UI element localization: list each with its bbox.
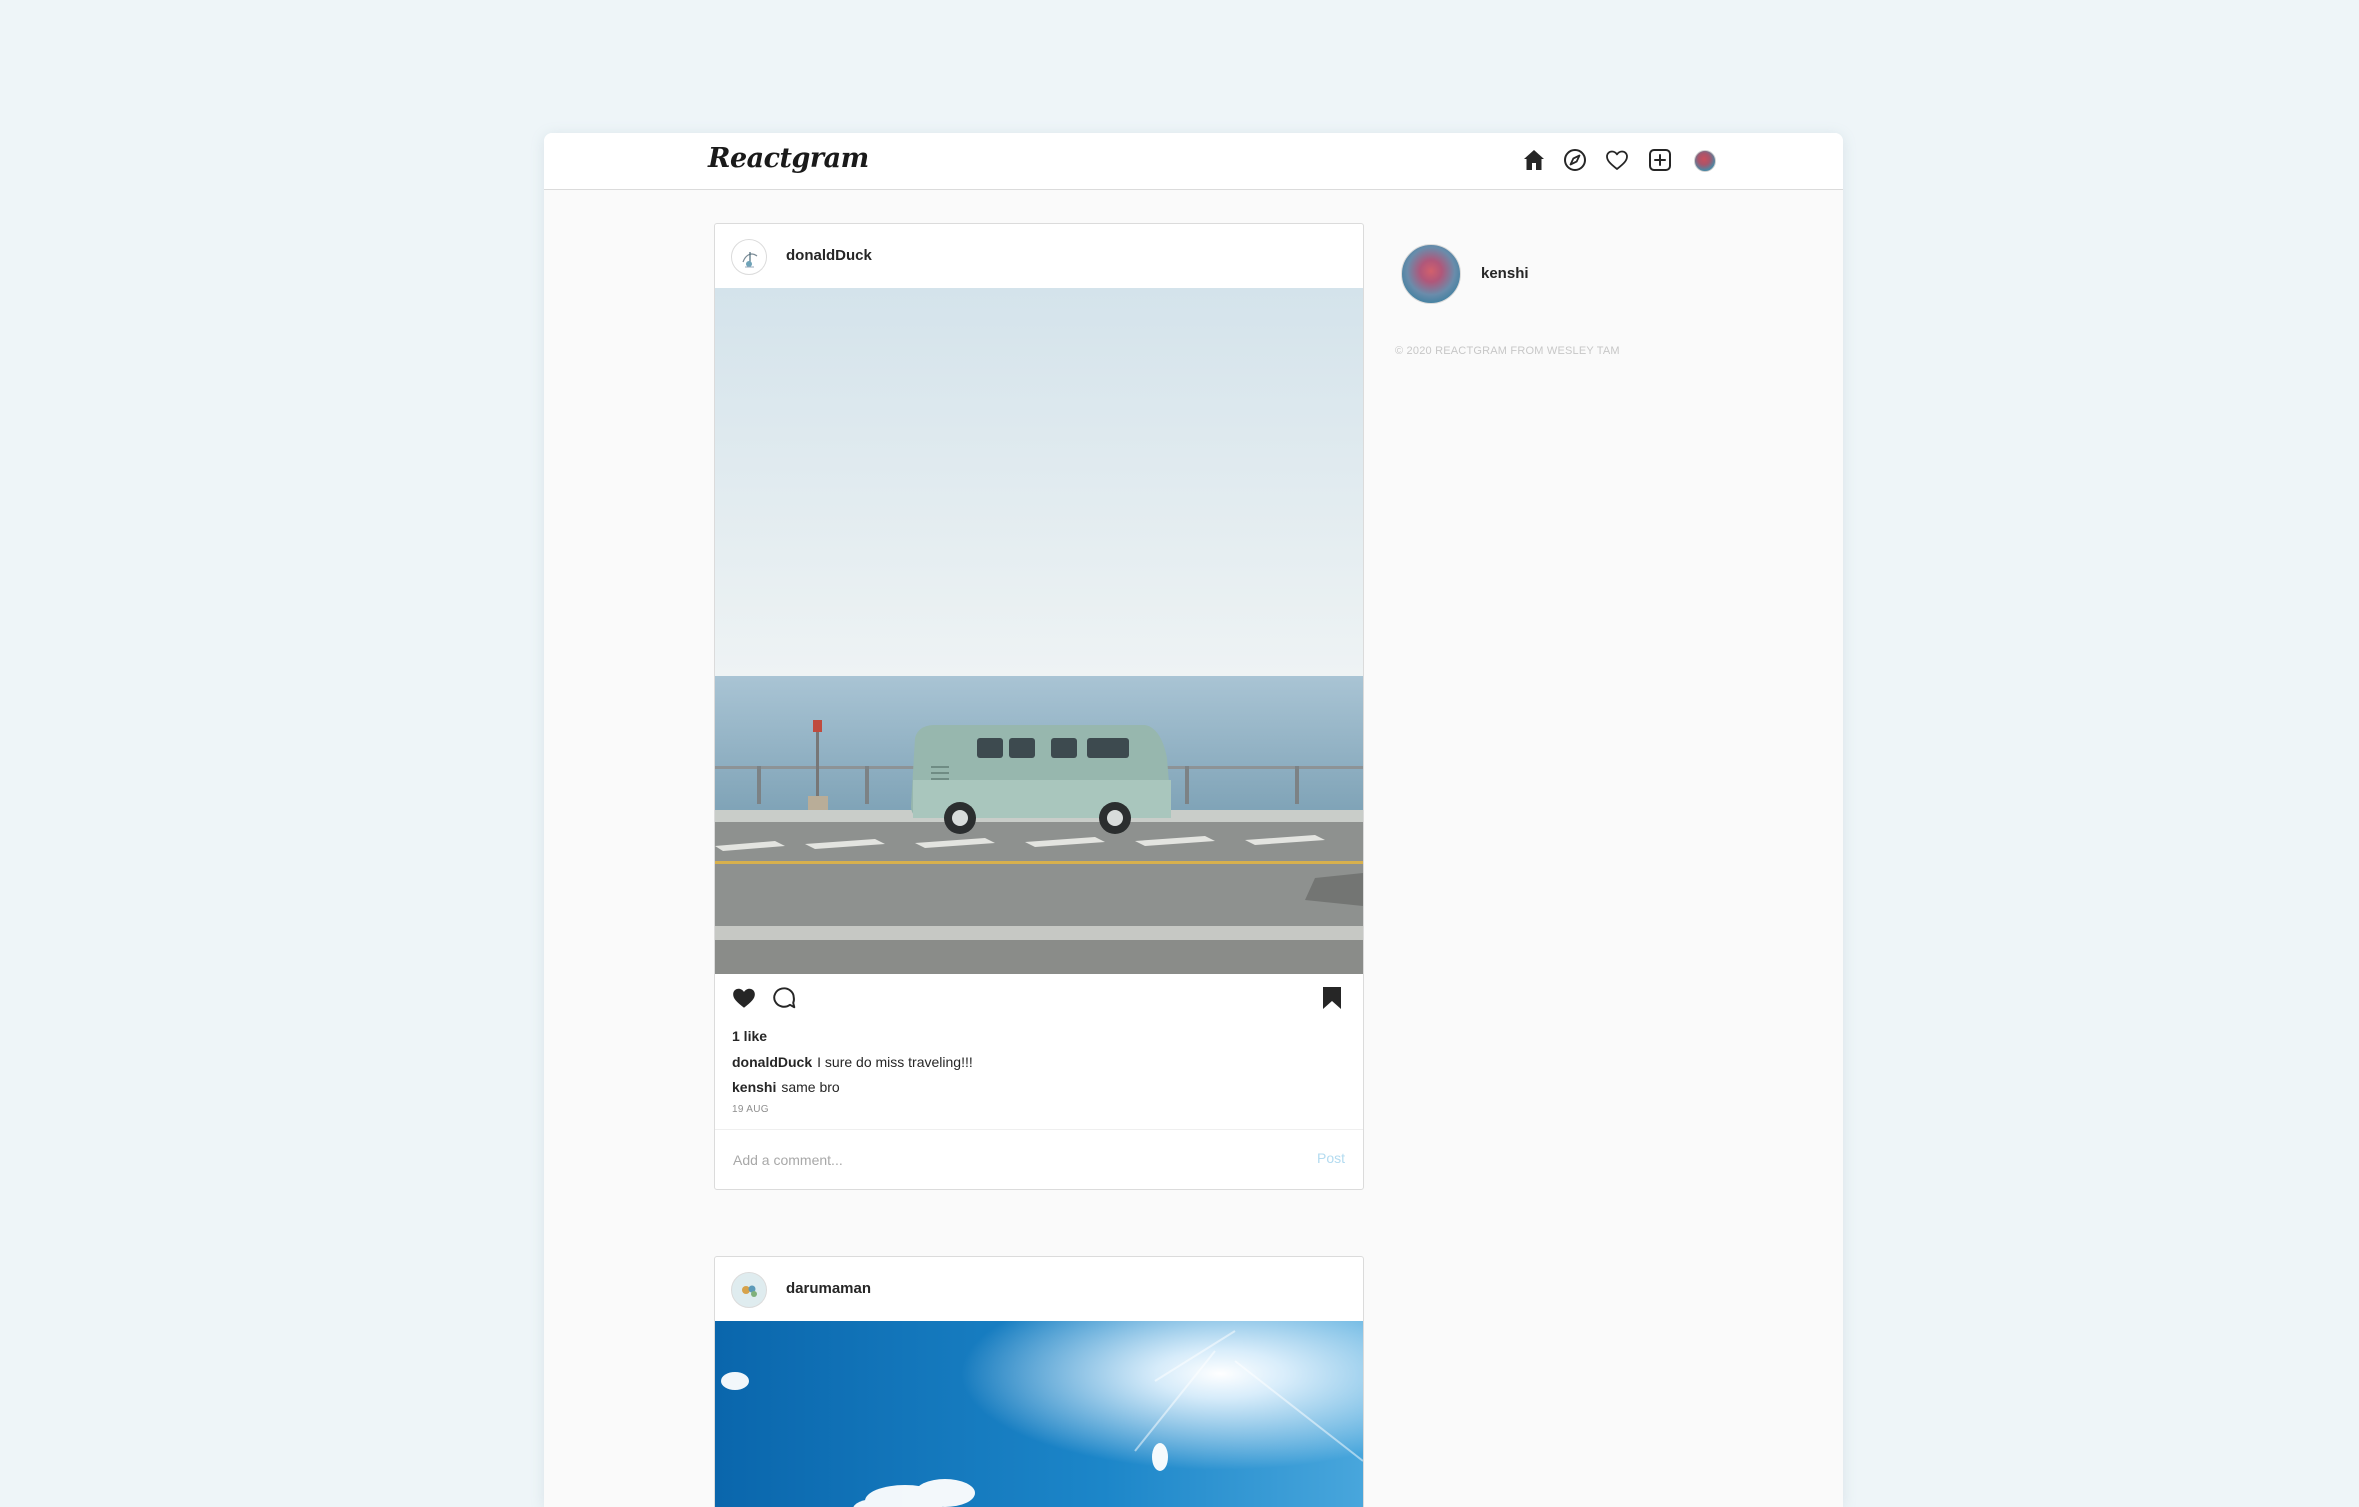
app-window: Reactgram donaldDuck 1 like donaldDuck I… bbox=[544, 133, 1843, 1507]
author-avatar[interactable] bbox=[731, 1272, 767, 1308]
caption: donaldDuck I sure do miss traveling!!! bbox=[732, 1054, 973, 1070]
post-author-name[interactable]: darumaman bbox=[786, 1280, 871, 1297]
post-card: donaldDuck 1 like donaldDuck I sure do m… bbox=[714, 223, 1364, 1190]
add-comment-form: Post bbox=[715, 1129, 1363, 1190]
comment-user[interactable]: kenshi bbox=[732, 1079, 776, 1095]
post-comment-button[interactable]: Post bbox=[1317, 1150, 1345, 1166]
like-icon[interactable] bbox=[731, 985, 757, 1016]
comment-text: same bro bbox=[781, 1079, 840, 1095]
profile-avatar[interactable] bbox=[1694, 150, 1716, 172]
comment-input[interactable] bbox=[733, 1148, 1273, 1172]
heart-icon[interactable] bbox=[1605, 148, 1629, 172]
caption-text: I sure do miss traveling!!! bbox=[817, 1054, 973, 1070]
post-card: darumaman bbox=[714, 1256, 1364, 1507]
comment-icon[interactable] bbox=[771, 985, 797, 1016]
likes-count[interactable]: 1 like bbox=[732, 1028, 767, 1044]
post-author-name[interactable]: donaldDuck bbox=[786, 247, 872, 264]
post-actions bbox=[715, 974, 1363, 1024]
top-nav-bar: Reactgram bbox=[544, 133, 1843, 190]
post-header: darumaman bbox=[715, 1257, 1363, 1321]
post-image[interactable] bbox=[715, 288, 1363, 974]
post-date: 19 AUG bbox=[732, 1104, 769, 1115]
sidebar-avatar[interactable] bbox=[1401, 244, 1461, 304]
comment-item: kenshi same bro bbox=[732, 1079, 840, 1095]
sidebar-username[interactable]: kenshi bbox=[1481, 265, 1529, 282]
post-image[interactable] bbox=[715, 1321, 1363, 1507]
author-avatar[interactable] bbox=[731, 239, 767, 275]
home-icon[interactable] bbox=[1522, 148, 1546, 172]
bookmark-icon[interactable] bbox=[1320, 985, 1344, 1016]
new-post-icon[interactable] bbox=[1648, 148, 1672, 172]
explore-icon[interactable] bbox=[1563, 148, 1587, 172]
footer-copyright: © 2020 REACTGRAM FROM WESLEY TAM bbox=[1395, 345, 1620, 357]
logo[interactable]: Reactgram bbox=[708, 143, 869, 174]
caption-user[interactable]: donaldDuck bbox=[732, 1054, 812, 1070]
post-header: donaldDuck bbox=[715, 224, 1363, 288]
